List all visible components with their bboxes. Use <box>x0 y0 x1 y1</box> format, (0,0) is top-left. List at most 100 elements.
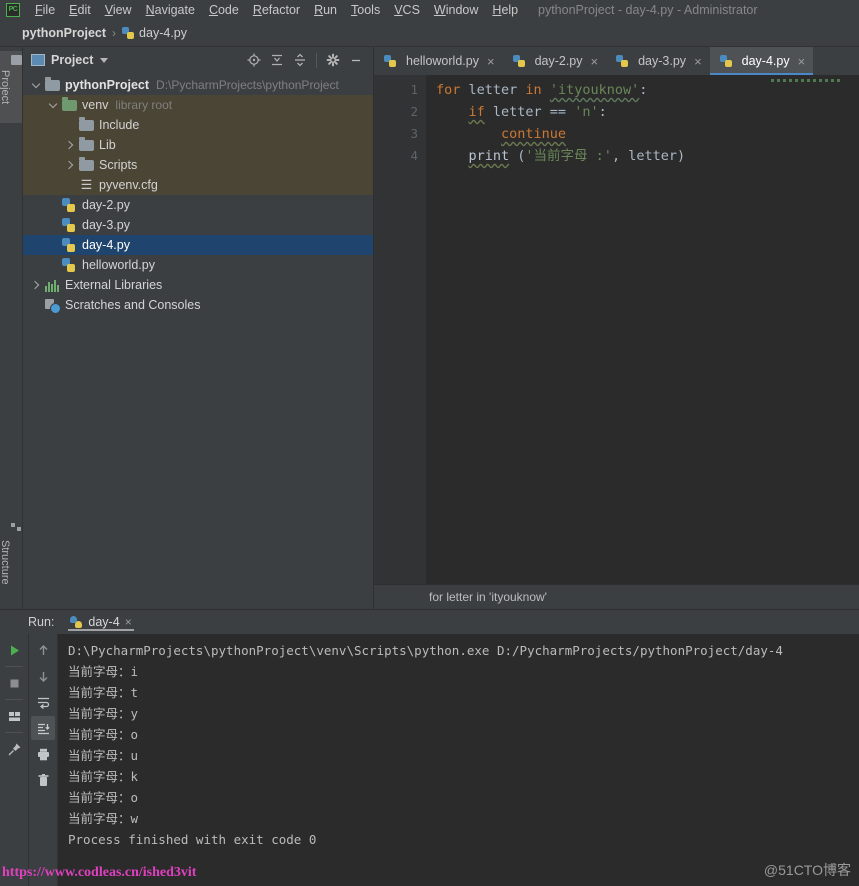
stop-icon[interactable] <box>2 671 26 695</box>
menu-tools[interactable]: Tools <box>344 0 387 20</box>
chevron-down-icon[interactable] <box>48 99 60 111</box>
tree-item-label: pyvenv.cfg <box>99 178 158 192</box>
menu-run[interactable]: Run <box>307 0 344 20</box>
code-editor[interactable]: 1 2 3 4 for letter in 'ityouknow': if le… <box>374 75 859 584</box>
external-libraries-icon <box>45 280 60 292</box>
editor-tab-bar[interactable]: helloworld.py × day-2.py × day-3.py × day-4.py… <box>374 47 859 75</box>
line-number: 2 <box>410 104 418 119</box>
project-tree[interactable]: pythonProject D:\PycharmProjects\pythonPr… <box>23 73 373 609</box>
console-line: 当前字母：o <box>68 790 139 805</box>
layout-icon[interactable] <box>2 704 26 728</box>
editor-tab-helloworld-py[interactable]: helloworld.py × <box>374 47 503 75</box>
breadcrumb-file[interactable]: day-4.py <box>122 26 187 40</box>
run-toolbar-right <box>29 634 58 886</box>
menu-navigate[interactable]: Navigate <box>139 0 202 20</box>
code-token: for <box>436 82 461 98</box>
tree-item-path: D:\PycharmProjects\pythonProject <box>156 78 339 92</box>
code-token: : <box>639 82 648 98</box>
tree-item-pyvenv-cfg[interactable]: ☰ pyvenv.cfg <box>23 175 373 195</box>
close-icon[interactable]: × <box>694 55 702 68</box>
folder-icon <box>79 157 94 171</box>
chevron-right-icon[interactable] <box>31 279 43 291</box>
close-icon[interactable]: × <box>798 55 806 68</box>
menu-code[interactable]: Code <box>202 0 246 20</box>
editor-breadcrumb-text: for letter in 'ityouknow' <box>429 590 547 604</box>
line-number: 3 <box>410 126 418 141</box>
scroll-to-end-icon[interactable] <box>31 716 55 740</box>
locate-icon[interactable] <box>243 49 265 71</box>
structure-icon <box>11 523 22 533</box>
menu-view[interactable]: View <box>98 0 139 20</box>
trash-icon[interactable] <box>31 768 55 792</box>
menu-vcs[interactable]: VCS <box>387 0 427 20</box>
pin-icon[interactable] <box>2 737 26 761</box>
console-line: Process finished with exit code 0 <box>68 832 317 847</box>
tree-item-scratches-and-consoles[interactable]: Scratches and Consoles <box>23 295 373 315</box>
editor-tab-label: day-3.py <box>638 54 687 68</box>
tree-item-helloworld-py[interactable]: helloworld.py <box>23 255 373 275</box>
tree-item-label: Scripts <box>99 158 138 172</box>
code-line[interactable]: if letter == 'n': <box>436 101 859 123</box>
project-panel-header: Project <box>23 47 373 73</box>
menu-edit[interactable]: Edit <box>62 0 98 20</box>
tree-item-scripts[interactable]: Scripts <box>23 155 373 175</box>
run-tab-day-4[interactable]: day-4 × <box>64 615 137 631</box>
python-file-icon <box>62 218 77 232</box>
tree-item-label: day-2.py <box>82 198 130 212</box>
minimize-icon[interactable] <box>345 49 367 71</box>
tree-item-day-3-py[interactable]: day-3.py <box>23 215 373 235</box>
code-token: print <box>468 148 510 164</box>
editor-tab-day-4-py[interactable]: day-4.py × <box>709 47 814 75</box>
breadcrumb-project[interactable]: pythonProject <box>22 26 106 40</box>
tree-item-day-4-py[interactable]: day-4.py <box>23 235 373 255</box>
menu-window[interactable]: Window <box>427 0 485 20</box>
run-console-output[interactable]: D:\PycharmProjects\pythonProject\venv\Sc… <box>58 634 859 886</box>
tree-item-include[interactable]: Include <box>23 115 373 135</box>
menu-bar: PC File Edit View Navigate Code Refactor… <box>0 0 859 20</box>
rerun-icon[interactable] <box>2 638 26 662</box>
editor-area: helloworld.py × day-2.py × day-3.py × day-4.py… <box>374 47 859 609</box>
close-icon[interactable]: × <box>591 55 599 68</box>
project-panel-title: Project <box>51 53 94 67</box>
soft-wrap-icon[interactable] <box>31 690 55 714</box>
code-line[interactable]: print ('当前字母 :', letter) <box>436 145 859 167</box>
menu-refactor[interactable]: Refactor <box>246 0 307 20</box>
close-icon[interactable]: × <box>125 615 132 629</box>
scratches-icon <box>45 298 61 314</box>
code-text[interactable]: for letter in 'ityouknow': if letter == … <box>426 75 859 584</box>
print-icon[interactable] <box>31 742 55 766</box>
close-icon[interactable]: × <box>487 55 495 68</box>
arrow-up-icon[interactable] <box>31 638 55 662</box>
tree-item-day-2-py[interactable]: day-2.py <box>23 195 373 215</box>
console-line: 当前字母：u <box>68 748 139 763</box>
chevron-right-icon[interactable] <box>65 139 77 151</box>
menu-file[interactable]: File <box>28 0 62 20</box>
tree-item-pythonproject[interactable]: pythonProject D:\PycharmProjects\pythonPr… <box>23 75 373 95</box>
venv-folder-icon <box>62 97 77 111</box>
chevron-down-icon[interactable] <box>31 79 43 91</box>
python-run-icon <box>70 615 83 629</box>
folder-icon <box>45 77 60 91</box>
chevron-down-icon[interactable] <box>100 57 109 63</box>
settings-gear-icon[interactable] <box>322 49 344 71</box>
code-line[interactable]: continue <box>436 123 859 145</box>
chevron-right-icon[interactable] <box>65 159 77 171</box>
code-token: if <box>468 104 485 120</box>
console-line: 当前字母：k <box>68 769 139 784</box>
sidebar-tab-structure[interactable]: Structure <box>0 519 22 605</box>
tree-item-venv[interactable]: venv library root <box>23 95 373 115</box>
editor-tab-day-2-py[interactable]: day-2.py × <box>503 47 607 75</box>
tree-item-lib[interactable]: Lib <box>23 135 373 155</box>
arrow-down-icon[interactable] <box>31 664 55 688</box>
expand-all-icon[interactable] <box>266 49 288 71</box>
editor-tab-day-3-py[interactable]: day-3.py × <box>606 47 710 75</box>
left-tool-strip: Project Structure <box>0 47 23 609</box>
tree-item-external-libraries[interactable]: External Libraries <box>23 275 373 295</box>
collapse-all-icon[interactable] <box>289 49 311 71</box>
sidebar-tab-project[interactable]: Project <box>0 51 22 123</box>
menu-help[interactable]: Help <box>485 0 525 20</box>
